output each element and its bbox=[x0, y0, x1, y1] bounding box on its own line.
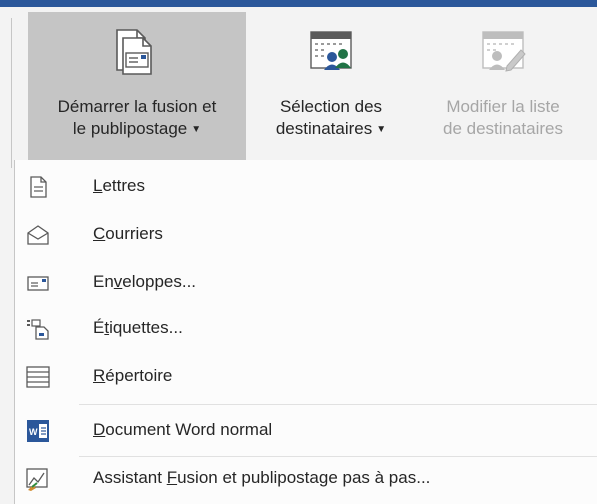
envelope-icon bbox=[27, 276, 49, 291]
ribbon-separator bbox=[11, 18, 12, 168]
letter-icon bbox=[30, 176, 47, 198]
select-recipients-button[interactable]: Sélection des destinataires ▼ bbox=[252, 12, 410, 162]
select-recipients-icon bbox=[310, 31, 352, 70]
menu-item-step-by-step-wizard[interactable]: Assistant Fusion et publipostage pas à p… bbox=[15, 456, 597, 502]
wizard-icon bbox=[26, 468, 48, 491]
title-accent-bar bbox=[0, 0, 597, 7]
menu-item-directory[interactable]: Répertoire bbox=[15, 354, 597, 400]
menu-item-label: Courriers bbox=[93, 224, 163, 243]
edit-recipient-list-icon bbox=[482, 31, 526, 72]
menu-item-label: Étiquettes... bbox=[93, 318, 183, 337]
menu-item-emails[interactable]: Courriers bbox=[15, 212, 597, 258]
svg-text:W: W bbox=[29, 427, 38, 437]
edit-recipient-list-label: Modifier la liste de destinataires bbox=[442, 97, 564, 138]
start-mail-merge-label: Démarrer la fusion et le publipostage ▼ bbox=[57, 97, 217, 138]
start-mail-merge-menu: Lettres Courriers Enveloppes... Étiquett… bbox=[14, 160, 597, 504]
directory-icon bbox=[26, 366, 50, 388]
edit-recipient-list-button[interactable]: Modifier la liste de destinataires bbox=[410, 12, 596, 162]
menu-divider bbox=[79, 404, 597, 405]
menu-item-envelopes[interactable]: Enveloppes... bbox=[15, 260, 597, 306]
menu-item-label: Lettres bbox=[93, 176, 145, 195]
menu-item-label: Assistant Fusion et publipostage pas à p… bbox=[93, 468, 431, 487]
labels-icon bbox=[27, 319, 49, 340]
menu-item-label: Répertoire bbox=[93, 366, 173, 385]
select-recipients-label: Sélection des destinataires ▼ bbox=[275, 97, 387, 138]
chevron-down-icon: ▼ bbox=[191, 124, 202, 135]
menu-item-letters[interactable]: Lettres bbox=[15, 164, 597, 210]
menu-item-label: Enveloppes... bbox=[93, 272, 197, 291]
start-mail-merge-icon bbox=[116, 29, 152, 75]
menu-item-label: Document Word normal bbox=[93, 420, 273, 439]
menu-item-labels[interactable]: Étiquettes... bbox=[15, 306, 597, 352]
word-document-icon: W bbox=[27, 420, 49, 442]
menu-item-normal-word-document[interactable]: W Document Word normal bbox=[15, 408, 597, 454]
email-icon bbox=[27, 225, 49, 245]
chevron-down-icon: ▼ bbox=[376, 124, 387, 135]
start-mail-merge-button[interactable]: Démarrer la fusion et le publipostage ▼ bbox=[28, 12, 246, 162]
